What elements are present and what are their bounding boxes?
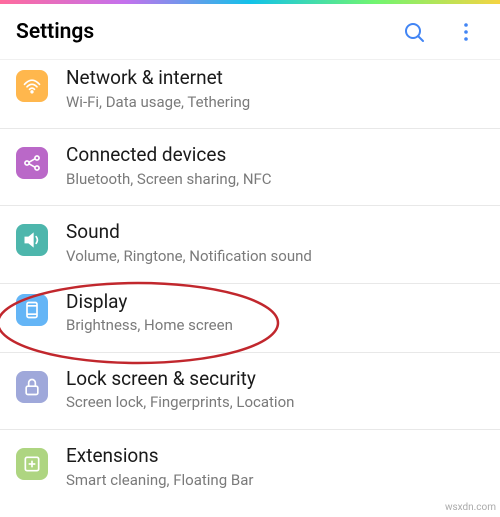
lock-icon: [16, 371, 48, 403]
settings-item-sound[interactable]: Sound Volume, Ringtone, Notification sou…: [0, 206, 500, 283]
wifi-icon: [16, 70, 48, 102]
app-header: Settings: [0, 4, 500, 60]
item-text: Extensions Smart cleaning, Floating Bar: [66, 444, 484, 490]
settings-list: Network & internet Wi-Fi, Data usage, Te…: [0, 60, 500, 506]
item-desc: Screen lock, Fingerprints, Location: [66, 393, 484, 413]
item-desc: Volume, Ringtone, Notification sound: [66, 247, 484, 267]
sound-icon: [16, 224, 48, 256]
extension-icon: [16, 448, 48, 480]
settings-item-lock-screen[interactable]: Lock screen & security Screen lock, Fing…: [0, 353, 500, 430]
item-title: Connected devices: [66, 143, 484, 168]
item-text: Lock screen & security Screen lock, Fing…: [66, 367, 484, 413]
search-button[interactable]: [396, 14, 432, 50]
kebab-icon: [454, 20, 478, 44]
settings-item-connected-devices[interactable]: Connected devices Bluetooth, Screen shar…: [0, 129, 500, 206]
settings-item-network[interactable]: Network & internet Wi-Fi, Data usage, Te…: [0, 60, 500, 129]
item-desc: Bluetooth, Screen sharing, NFC: [66, 170, 484, 190]
display-icon: [16, 294, 48, 326]
item-text: Sound Volume, Ringtone, Notification sou…: [66, 220, 484, 266]
share-icon: [16, 147, 48, 179]
item-desc: Wi-Fi, Data usage, Tethering: [66, 93, 484, 113]
item-text: Network & internet Wi-Fi, Data usage, Te…: [66, 66, 484, 112]
item-desc: Brightness, Home screen: [66, 316, 484, 336]
more-button[interactable]: [448, 14, 484, 50]
search-icon: [402, 20, 426, 44]
item-text: Display Brightness, Home screen: [66, 290, 484, 336]
item-title: Extensions: [66, 444, 484, 469]
item-text: Connected devices Bluetooth, Screen shar…: [66, 143, 484, 189]
item-title: Network & internet: [66, 66, 484, 91]
page-title: Settings: [16, 20, 396, 44]
item-title: Sound: [66, 220, 484, 245]
settings-item-display[interactable]: Display Brightness, Home screen: [0, 284, 500, 353]
item-title: Display: [66, 290, 484, 315]
header-actions: [396, 14, 484, 50]
item-title: Lock screen & security: [66, 367, 484, 392]
item-desc: Smart cleaning, Floating Bar: [66, 471, 484, 491]
watermark-text: wsxdn.com: [445, 502, 496, 513]
display-item-wrapper: Display Brightness, Home screen: [0, 284, 500, 353]
settings-item-extensions[interactable]: Extensions Smart cleaning, Floating Bar: [0, 430, 500, 506]
